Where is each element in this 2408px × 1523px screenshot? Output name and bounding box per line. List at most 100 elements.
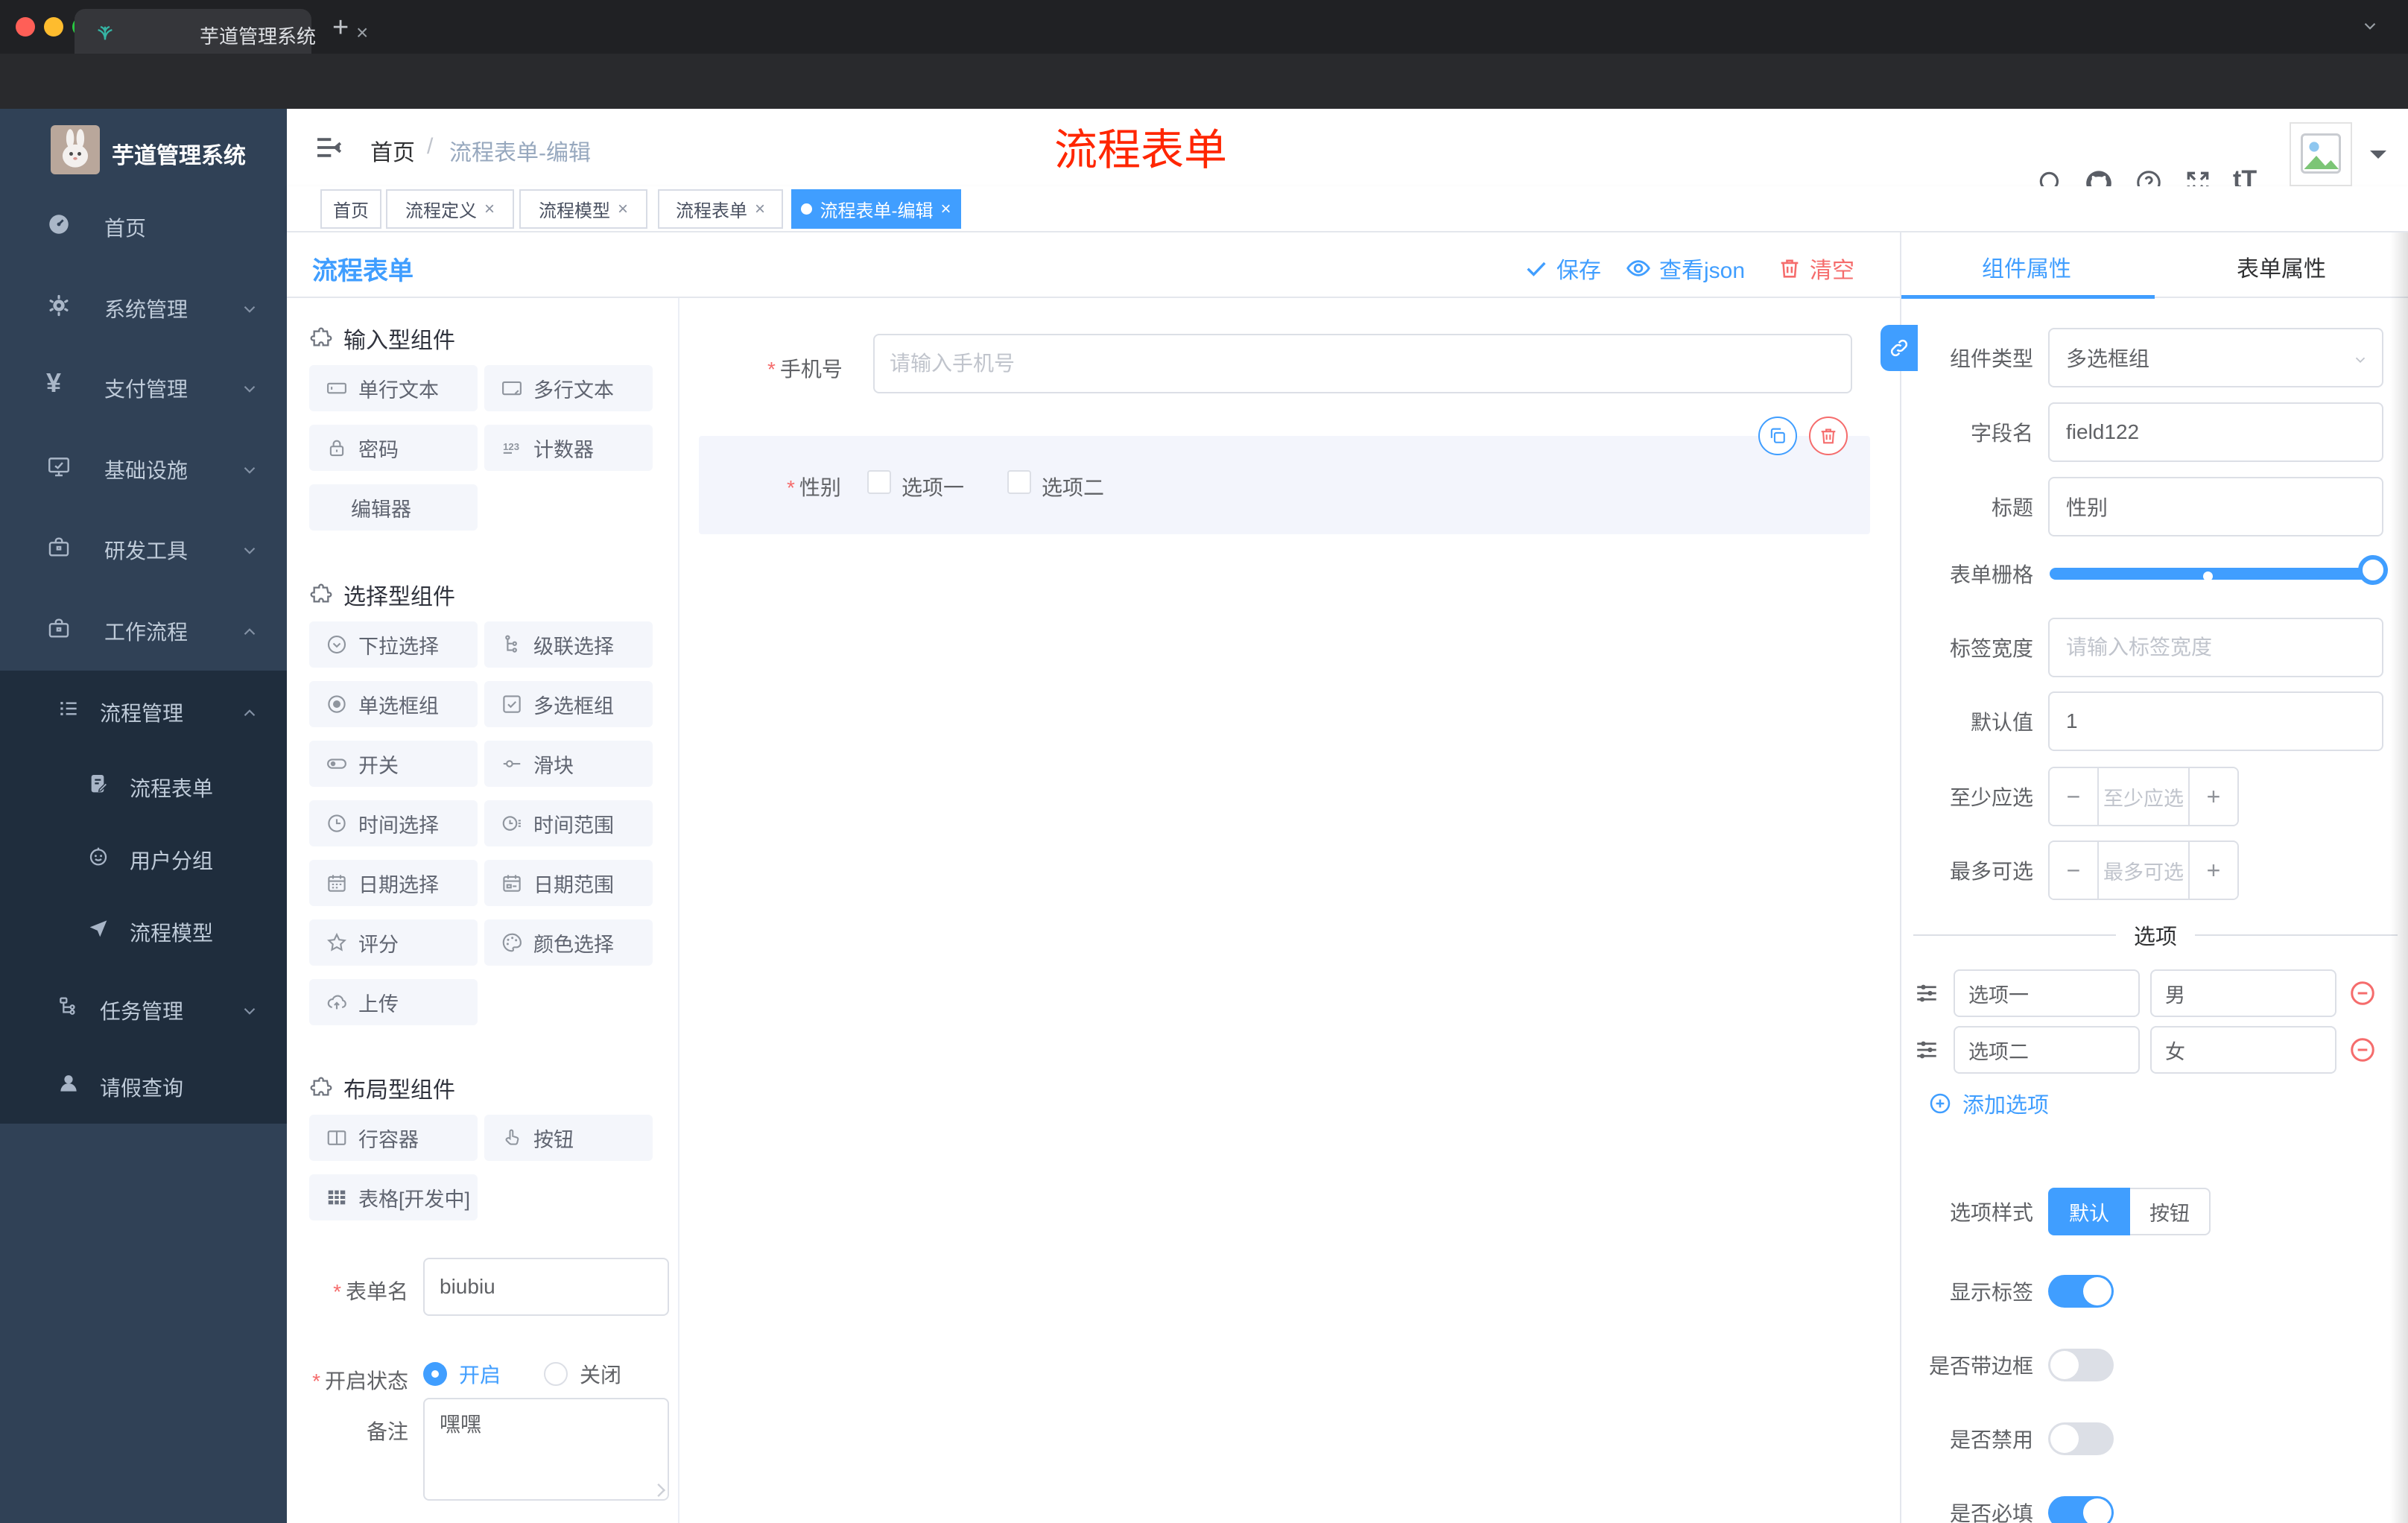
remove-option-icon[interactable] <box>2348 979 2377 1007</box>
required-toggle[interactable] <box>2048 1496 2114 1523</box>
component-table-dev[interactable]: 表格[开发中] <box>309 1174 478 1220</box>
component-checkbox-group[interactable]: 多选框组 <box>484 681 653 727</box>
stepper-plus-button[interactable]: + <box>2190 768 2237 825</box>
border-toggle[interactable] <box>2048 1349 2114 1381</box>
mac-close-button[interactable] <box>16 17 35 37</box>
max-select-value[interactable]: 最多可选 <box>2097 842 2190 899</box>
component-switch[interactable]: 开关 <box>309 741 478 787</box>
sidebar-item-system[interactable]: 系统管理 <box>0 276 287 335</box>
tag-home[interactable]: 首页 <box>320 189 381 229</box>
tab-close-icon[interactable]: × <box>356 21 368 45</box>
sidebar-item-infra[interactable]: 基础设施 <box>0 437 287 496</box>
component-editor[interactable]: 编辑器 <box>309 484 478 531</box>
option1-value-input[interactable] <box>2150 969 2336 1017</box>
show-label-toggle[interactable] <box>2048 1275 2114 1308</box>
component-multi-text[interactable]: 多行文本 <box>484 365 653 411</box>
status-radio-off[interactable]: 关闭 <box>544 1359 621 1389</box>
browser-tab[interactable]: 芋道管理系统 × <box>75 9 368 54</box>
option2-value-input[interactable] <box>2150 1026 2336 1074</box>
tag-close-icon[interactable]: × <box>755 199 765 220</box>
component-password[interactable]: 密码 <box>309 425 478 471</box>
component-select[interactable]: 下拉选择 <box>309 621 478 668</box>
drag-handle-icon[interactable] <box>1913 980 1940 1007</box>
slider-track[interactable] <box>2050 568 2379 580</box>
option-style-button[interactable]: 按钮 <box>2130 1188 2211 1235</box>
component-radio-group[interactable]: 单选框组 <box>309 681 478 727</box>
sidebar-item-process-model[interactable]: 流程模型 <box>0 899 287 959</box>
component-button[interactable]: 按钮 <box>484 1115 653 1161</box>
tag-process-form-edit[interactable]: 流程表单-编辑 × <box>791 189 961 229</box>
gender-checkbox-2[interactable] <box>1007 470 1031 494</box>
delete-component-button[interactable] <box>1809 417 1848 455</box>
form-name-input[interactable] <box>423 1258 669 1316</box>
stepper-minus-button[interactable]: − <box>2050 768 2097 825</box>
form-grid-slider[interactable] <box>2048 544 2388 604</box>
sidebar-item-workflow[interactable]: 工作流程 <box>0 598 287 658</box>
red-annotation-text: 流程表单 <box>1054 126 1228 174</box>
form-remark-textarea[interactable]: 嘿嘿 <box>423 1398 669 1501</box>
tag-process-definition[interactable]: 流程定义 × <box>386 189 514 229</box>
component-row-container[interactable]: 行容器 <box>309 1115 478 1161</box>
view-json-button[interactable]: 查看json <box>1625 252 1745 285</box>
add-option-button[interactable]: 添加选项 <box>1928 1088 2049 1119</box>
new-tab-button[interactable]: + <box>332 12 349 44</box>
sidebar-collapse-icon[interactable] <box>314 133 343 162</box>
sidebar-item-payment[interactable]: ¥ 支付管理 <box>0 355 287 415</box>
component-color-picker[interactable]: 颜色选择 <box>484 919 653 966</box>
tag-process-model[interactable]: 流程模型 × <box>519 189 647 229</box>
phone-field-input[interactable] <box>873 334 1852 393</box>
component-slider[interactable]: 滑块 <box>484 741 653 787</box>
sidebar-item-process-mgmt[interactable]: 流程管理 <box>0 680 287 739</box>
selected-component[interactable]: * 性别 选项一 选项二 <box>699 436 1870 534</box>
slider-handle[interactable] <box>2358 555 2388 585</box>
sidebar-item-devtools[interactable]: 研发工具 <box>0 517 287 577</box>
component-type-select[interactable]: 多选框组 <box>2048 328 2383 387</box>
label-width-input[interactable] <box>2048 618 2383 677</box>
clear-button[interactable]: 清空 <box>1777 252 1854 285</box>
tag-close-icon[interactable]: × <box>618 199 628 220</box>
option2-label-input[interactable] <box>1954 1026 2140 1074</box>
breadcrumb-home[interactable]: 首页 <box>370 134 415 167</box>
sidebar-item-leave-query[interactable]: 请假查询 <box>0 1054 287 1114</box>
option-style-default[interactable]: 默认 <box>2048 1188 2130 1235</box>
tag-process-form[interactable]: 流程表单 × <box>658 189 783 229</box>
tab-component-props[interactable]: 组件属性 <box>1982 250 2071 283</box>
default-value-input[interactable] <box>2048 691 2383 751</box>
option1-label-input[interactable] <box>1954 969 2140 1017</box>
component-time-range[interactable]: 时间范围 <box>484 800 653 846</box>
resize-handle[interactable] <box>651 1483 666 1498</box>
field-name-input[interactable] <box>2048 402 2383 462</box>
stepper-plus-button[interactable]: + <box>2190 842 2237 899</box>
min-select-value[interactable]: 至少应选 <box>2097 768 2190 825</box>
mac-minimize-button[interactable] <box>44 17 63 37</box>
sidebar-item-home[interactable]: 首页 <box>0 194 287 254</box>
component-upload[interactable]: 上传 <box>309 979 478 1025</box>
tag-close-icon[interactable]: × <box>484 199 495 220</box>
title-input[interactable] <box>2048 477 2383 536</box>
component-cascader[interactable]: 级联选择 <box>484 621 653 668</box>
save-button[interactable]: 保存 <box>1524 252 1601 285</box>
avatar[interactable] <box>2290 122 2352 186</box>
component-time-picker[interactable]: 时间选择 <box>309 800 478 846</box>
component-single-text[interactable]: 单行文本 <box>309 365 478 411</box>
sidebar-item-task-mgmt[interactable]: 任务管理 <box>0 978 287 1037</box>
component-date-picker[interactable]: 日期选择 <box>309 860 478 906</box>
remove-option-icon[interactable] <box>2348 1036 2377 1064</box>
tab-form-props[interactable]: 表单属性 <box>2237 250 2326 283</box>
sidebar-item-user-group[interactable]: 用户分组 <box>0 827 287 887</box>
component-rate[interactable]: 评分 <box>309 919 478 966</box>
radio-unchecked-icon[interactable] <box>544 1362 568 1386</box>
drag-handle-icon[interactable] <box>1913 1036 1940 1063</box>
gender-checkbox-1[interactable] <box>867 470 891 494</box>
stepper-minus-button[interactable]: − <box>2050 842 2097 899</box>
sidebar-item-process-form[interactable]: 流程表单 <box>0 755 287 814</box>
avatar-caret-icon[interactable] <box>2370 151 2386 167</box>
copy-component-button[interactable] <box>1758 417 1797 455</box>
radio-checked-icon[interactable] <box>423 1362 447 1386</box>
status-radio-on[interactable]: 开启 <box>423 1359 501 1389</box>
window-chevron-icon[interactable] <box>2360 16 2380 36</box>
component-counter[interactable]: 计数器 <box>484 425 653 471</box>
tag-close-icon[interactable]: × <box>940 199 951 220</box>
disabled-toggle[interactable] <box>2048 1422 2114 1455</box>
component-date-range[interactable]: 日期范围 <box>484 860 653 906</box>
